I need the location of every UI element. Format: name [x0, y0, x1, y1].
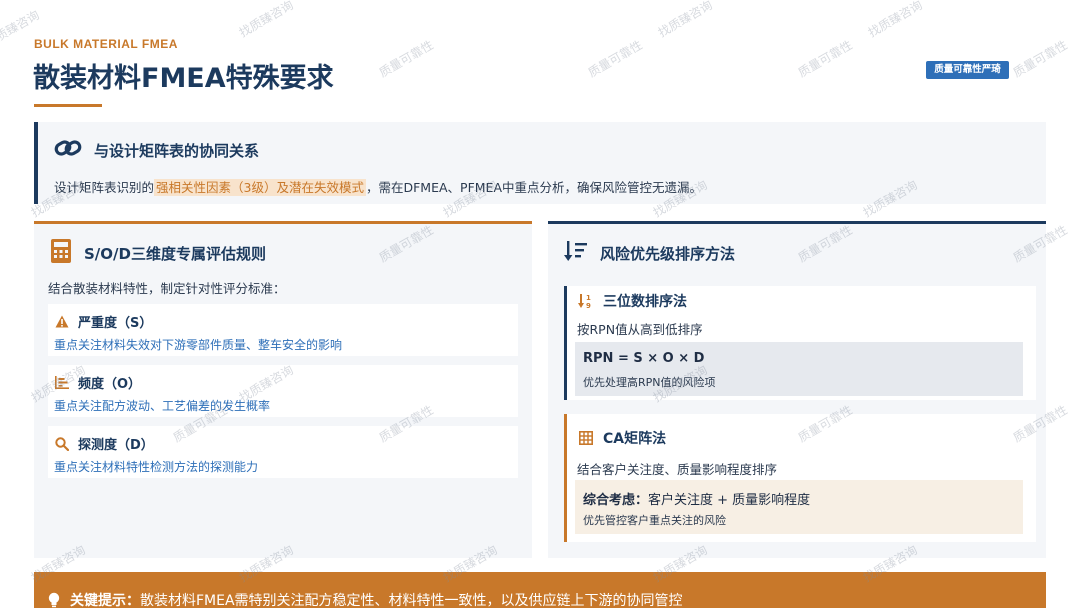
method-ca-matrix-card: CA矩阵法 结合客户关注度、质量影响程度排序 综合考虑：客户关注度 + 质量影响… [564, 414, 1036, 542]
sod-item-severity: 严重度（S） 重点关注材料失效对下游零部件质量、整车安全的影响 [48, 304, 518, 356]
method-three-digit-card: 19 三位数排序法 按RPN值从高到低排序 RPN = S × O × D 优先… [564, 286, 1036, 400]
warning-icon [54, 314, 70, 330]
priority-section-title: 风险优先级排序方法 [600, 244, 736, 263]
relation-desc-suffix: ，需在DFMEA、PFMEA中重点分析，确保风险管控无遗漏。 [365, 180, 702, 195]
svg-text:9: 9 [586, 302, 591, 309]
watermark: 找质臻咨询 [655, 0, 715, 40]
sod-section-title: S/O/D三维度专属评估规则 [84, 244, 266, 263]
ca-formula-box: 综合考虑：客户关注度 + 质量影响程度 优先管控客户重点关注的风险 [575, 480, 1023, 534]
ca-formula-label: 综合考虑： [583, 493, 649, 508]
watermark: 质量可靠性 [376, 37, 436, 80]
svg-text:1: 1 [586, 294, 591, 302]
watermark: 质量可靠性 [795, 37, 855, 80]
watermark: 找质臻咨询 [865, 0, 925, 40]
relation-card-desc: 设计矩阵表识别的 强相关性因素（3级）及潜在失效模式 ，需在DFMEA、PFMEA中… [54, 177, 702, 196]
key-tip-banner: 关键提示： 散装材料FMEA需特别关注配方稳定性、材料特性一致性，以及供应链上下… [34, 572, 1046, 608]
sod-intro: 结合散装材料特性，制定针对性评分标准： [48, 281, 286, 296]
watermark: 质量可靠性 [1010, 37, 1070, 80]
occurrence-title: 频度（O） [78, 377, 142, 392]
ca-note: 优先管控客户重点关注的风险 [583, 514, 726, 527]
sort-descending-icon [564, 240, 588, 266]
method-2-title: CA矩阵法 [603, 431, 667, 447]
search-icon [54, 436, 70, 452]
rpn-formula: RPN = S × O × D [583, 351, 705, 366]
key-tip-text: 散装材料FMEA需特别关注配方稳定性、材料特性一致性，以及供应链上下游的协同管控 [140, 593, 683, 608]
ca-formula: 综合考虑：客户关注度 + 质量影响程度 [583, 489, 810, 508]
title-underline [34, 104, 102, 107]
sort-numeric-icon: 19 [577, 292, 595, 310]
rpn-formula-box: RPN = S × O × D 优先处理高RPN值的风险项 [575, 342, 1023, 396]
sod-rules-panel: S/O/D三维度专属评估规则 结合散装材料特性，制定针对性评分标准： 严重度（S… [34, 221, 532, 558]
relation-desc-prefix: 设计矩阵表识别的 [54, 180, 155, 195]
relation-desc-highlight: 强相关性因素（3级）及潜在失效模式 [154, 179, 366, 196]
detection-title: 探测度（D） [78, 438, 154, 453]
detection-desc: 重点关注材料特性检测方法的探测能力 [54, 460, 259, 474]
page-eyebrow: BULK MATERIAL FMEA [34, 37, 178, 51]
key-tip-label: 关键提示： [70, 593, 140, 608]
calculator-icon [50, 238, 72, 268]
bar-chart-icon [54, 375, 70, 391]
occurrence-desc: 重点关注配方波动、工艺偏差的发生概率 [54, 399, 271, 413]
relation-card-title: 与设计矩阵表的协同关系 [94, 141, 260, 160]
design-matrix-relation-card: 与设计矩阵表的协同关系 设计矩阵表识别的 强相关性因素（3级）及潜在失效模式 ，需在… [34, 122, 1046, 204]
link-icon [54, 137, 82, 163]
severity-title: 严重度（S） [78, 316, 153, 331]
brand-badge: 质量可靠性严琦 [926, 61, 1009, 79]
grid-table-icon [577, 429, 595, 447]
severity-desc: 重点关注材料失效对下游零部件质量、整车安全的影响 [54, 338, 343, 352]
page-title: 散装材料FMEA特殊要求 [33, 63, 334, 94]
sod-item-occurrence: 频度（O） 重点关注配方波动、工艺偏差的发生概率 [48, 365, 518, 417]
lightbulb-icon [48, 592, 60, 608]
method-1-title: 三位数排序法 [603, 294, 687, 310]
sod-item-detection: 探测度（D） 重点关注材料特性检测方法的探测能力 [48, 426, 518, 478]
method-2-desc: 结合客户关注度、质量影响程度排序 [577, 462, 778, 477]
ca-formula-text: 客户关注度 + 质量影响程度 [648, 493, 811, 508]
watermark: 找质臻咨询 [236, 0, 296, 40]
method-1-desc: 按RPN值从高到低排序 [577, 322, 703, 337]
watermark: 质量可靠性 [585, 37, 645, 80]
rpn-note: 优先处理高RPN值的风险项 [583, 376, 716, 389]
risk-priority-panel: 风险优先级排序方法 19 三位数排序法 按RPN值从高到低排序 RPN = S … [548, 221, 1046, 558]
